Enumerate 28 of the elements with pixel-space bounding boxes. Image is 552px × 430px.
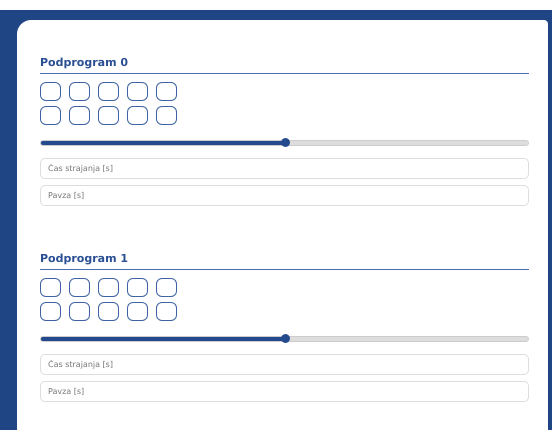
section-title: Podprogram 0	[40, 56, 529, 74]
slider[interactable]	[40, 140, 529, 146]
checkbox[interactable]	[127, 302, 148, 321]
checkbox[interactable]	[156, 302, 177, 321]
checkbox[interactable]	[69, 82, 90, 101]
checkbox[interactable]	[156, 82, 177, 101]
checkbox[interactable]	[98, 106, 119, 125]
checkbox[interactable]	[40, 106, 61, 125]
checkbox[interactable]	[69, 106, 90, 125]
checkbox[interactable]	[127, 278, 148, 297]
input-field[interactable]: Pavza [s]	[40, 185, 529, 206]
input-field[interactable]: Pavza [s]	[40, 381, 529, 402]
slider-thumb[interactable]	[280, 138, 290, 147]
slider-thumb[interactable]	[280, 334, 290, 343]
checkbox[interactable]	[98, 302, 119, 321]
checkbox[interactable]	[40, 278, 61, 297]
checkbox[interactable]	[40, 82, 61, 101]
checkbox[interactable]	[69, 302, 90, 321]
checkbox[interactable]	[40, 302, 61, 321]
checkbox[interactable]	[156, 278, 177, 297]
checkbox[interactable]	[98, 278, 119, 297]
checkbox[interactable]	[156, 106, 177, 125]
slider[interactable]	[40, 336, 529, 342]
checkbox[interactable]	[127, 82, 148, 101]
checkbox[interactable]	[69, 278, 90, 297]
checkbox[interactable]	[127, 106, 148, 125]
checkbox[interactable]	[98, 82, 119, 101]
section-title: Podprogram 1	[40, 252, 529, 270]
